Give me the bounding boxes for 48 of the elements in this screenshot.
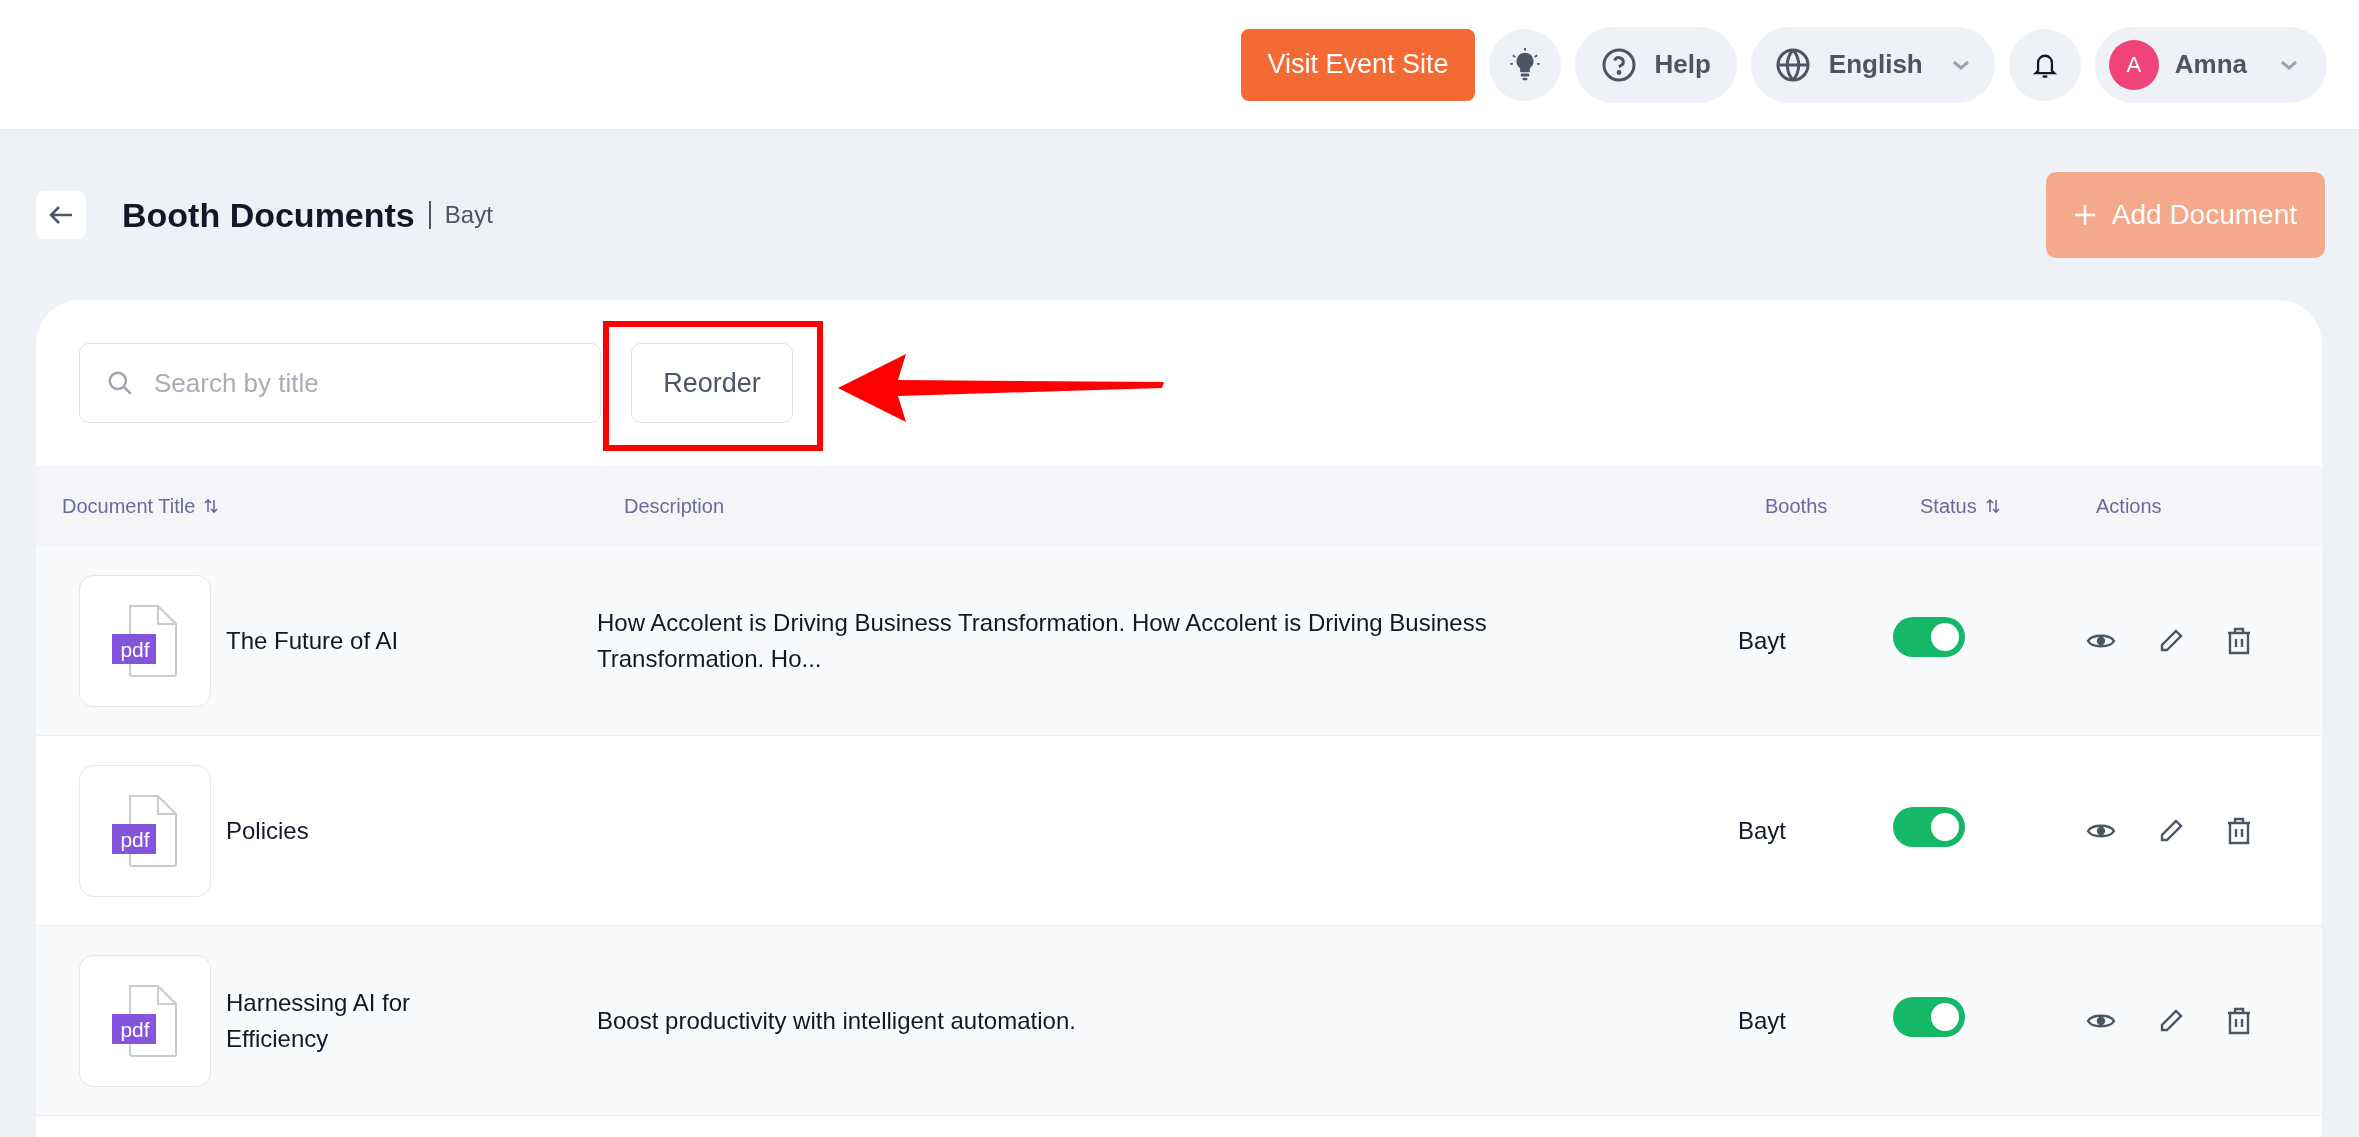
column-header[interactable]: Status — [1920, 491, 1977, 521]
edit-icon[interactable] — [2158, 627, 2184, 654]
chevron-down-icon — [2279, 58, 2299, 71]
column-header: Booths — [1765, 494, 1828, 519]
chevron-down-icon — [1950, 58, 1971, 71]
sort-icon[interactable] — [1984, 498, 2001, 514]
file-icon — [110, 603, 180, 678]
back-arrow-icon — [48, 205, 74, 225]
column-header[interactable]: Document Title — [62, 491, 196, 521]
file-type-label: pdf — [119, 1016, 151, 1043]
help-icon — [1600, 46, 1637, 83]
status-toggle[interactable] — [1893, 617, 1965, 657]
booth-name: Bayt — [1738, 1006, 1787, 1034]
column-header: Actions — [2096, 494, 2162, 519]
file-type-label: pdf — [119, 826, 151, 853]
delete-icon[interactable] — [2226, 1005, 2252, 1036]
file-icon — [110, 983, 180, 1058]
separator — [428, 201, 431, 229]
search-icon — [107, 370, 133, 396]
delete-icon[interactable] — [2226, 815, 2252, 846]
lightbulb-icon — [1509, 47, 1540, 82]
delete-icon[interactable] — [2226, 625, 2252, 656]
document-description: How Accolent is Driving Business Transformation. How Accolent is Driving Business Transformation. Ho... — [597, 608, 1487, 672]
document-title: Policies — [226, 815, 310, 846]
status-toggle[interactable] — [1893, 807, 1965, 847]
reorder-button[interactable]: Reorder — [631, 343, 793, 423]
document-title: Harnessing AI for Efficiency — [226, 987, 412, 1054]
column-header: Description — [624, 494, 725, 519]
sort-icon[interactable] — [203, 498, 220, 514]
user-menu[interactable]: A Amna — [2094, 26, 2327, 103]
document-title: The Future of AI — [226, 625, 400, 656]
help-button[interactable]: Help — [1574, 26, 1737, 103]
edit-icon[interactable] — [2158, 1007, 2184, 1034]
globe-icon — [1774, 46, 1811, 83]
booth-name: Bayt — [1738, 626, 1787, 654]
booth-name: Bayt — [1738, 816, 1787, 844]
status-toggle[interactable] — [1893, 997, 1965, 1037]
edit-icon[interactable] — [2158, 817, 2184, 844]
document-description: Boost productivity with intelligent automation. — [597, 1006, 1076, 1034]
booth-name: Bayt — [444, 200, 493, 230]
back-button[interactable] — [36, 191, 86, 239]
search-field[interactable]: Search by title — [79, 343, 601, 423]
file-icon — [110, 793, 180, 868]
language-dropdown[interactable]: English — [1750, 26, 1995, 103]
avatar: A — [2108, 39, 2159, 90]
page-title: Booth Documents — [122, 194, 415, 236]
file-type-label: pdf — [119, 636, 151, 663]
plus-icon — [2073, 204, 2096, 226]
